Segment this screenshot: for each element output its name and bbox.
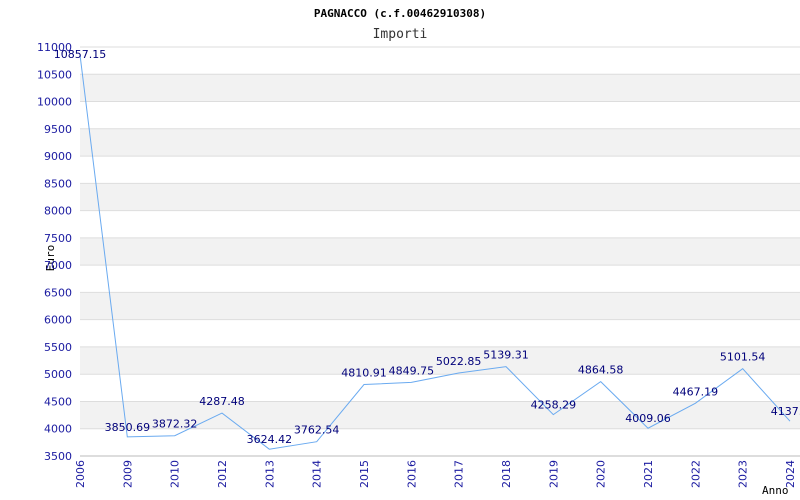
x-tick-label: 2015 xyxy=(358,460,371,488)
y-tick-label: 8000 xyxy=(44,205,72,218)
x-tick-label: 2023 xyxy=(737,460,750,488)
grid-band xyxy=(80,237,800,266)
data-label: 10857.15 xyxy=(54,48,107,61)
data-label: 4287.48 xyxy=(199,395,245,408)
grid-band xyxy=(80,128,800,157)
x-tick-labels: 2006 2009 2010 2012 2013 2014 2015 2016 2017 2018… xyxy=(74,460,797,488)
x-tick-label: 2021 xyxy=(642,460,655,488)
data-label: 4009.06 xyxy=(625,412,671,425)
x-tick-label: 2009 xyxy=(121,460,134,488)
data-label: 5101.54 xyxy=(720,351,766,364)
background-bands xyxy=(80,74,800,429)
y-tick-label: 9500 xyxy=(44,123,72,136)
y-tick-label: 5000 xyxy=(44,368,72,381)
y-tick-label: 7000 xyxy=(44,259,72,272)
data-label: 4258.29 xyxy=(531,399,577,412)
data-label: 4849.75 xyxy=(389,364,435,377)
y-tick-label: 10000 xyxy=(37,96,72,109)
x-tick-label: 2019 xyxy=(547,460,560,488)
y-tick-label: 9000 xyxy=(44,150,72,163)
grid-band xyxy=(80,74,800,102)
x-tick-label: 2020 xyxy=(595,460,608,488)
y-tick-label: 3500 xyxy=(44,450,72,463)
chart-subtitle: Importi xyxy=(373,27,428,42)
x-tick-label: 2018 xyxy=(500,460,513,488)
y-tick-label: 6000 xyxy=(44,314,72,327)
data-label: 5022.85 xyxy=(436,355,482,368)
y-tick-label: 4000 xyxy=(44,423,72,436)
grid-band xyxy=(80,292,800,320)
x-tick-label: 2017 xyxy=(453,460,466,488)
x-tick-label: 2010 xyxy=(169,460,182,488)
y-tick-label: 7500 xyxy=(44,232,72,245)
line-chart: PAGNACCO (c.f.00462910308) Importi Euro … xyxy=(37,7,800,497)
data-label: 3624.42 xyxy=(247,433,293,446)
data-label: 5139.31 xyxy=(483,349,529,362)
x-tick-label: 2024 xyxy=(784,460,797,488)
data-label: 4467.19 xyxy=(673,385,719,398)
y-tick-label: 4500 xyxy=(44,395,72,408)
x-tick-label: 2012 xyxy=(216,460,229,488)
x-tick-label: 2022 xyxy=(689,460,702,488)
x-tick-label: 2013 xyxy=(263,460,276,488)
x-tick-label: 2016 xyxy=(405,460,418,488)
data-label: 4864.58 xyxy=(578,364,624,377)
chart-title: PAGNACCO (c.f.00462910308) xyxy=(314,7,486,20)
y-tick-label: 5500 xyxy=(44,341,72,354)
data-label: 4810.91 xyxy=(341,367,387,380)
data-label: 4137.3 xyxy=(771,405,800,418)
y-tick-label: 6500 xyxy=(44,286,72,299)
data-label: 3762.54 xyxy=(294,424,340,437)
y-tick-label: 8500 xyxy=(44,177,72,190)
x-tick-label: 2014 xyxy=(311,460,324,488)
data-label: 3850.69 xyxy=(105,421,151,434)
x-tick-label: 2006 xyxy=(74,460,87,488)
data-label: 3872.32 xyxy=(152,418,198,431)
y-tick-label: 10500 xyxy=(37,68,72,81)
grid-band xyxy=(80,183,800,211)
